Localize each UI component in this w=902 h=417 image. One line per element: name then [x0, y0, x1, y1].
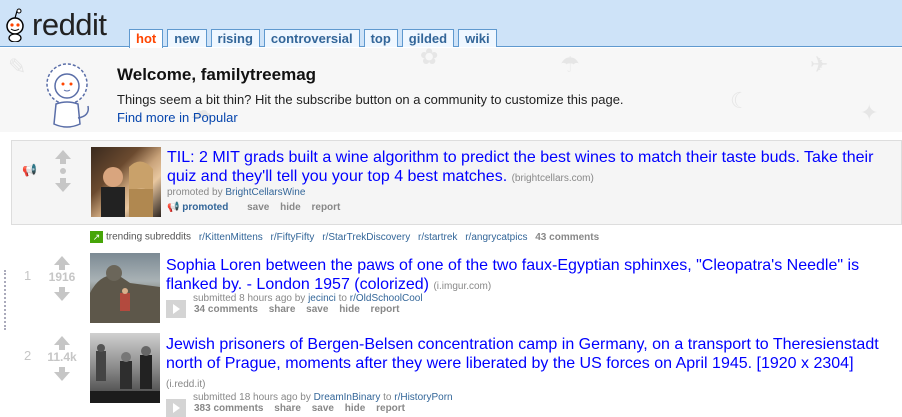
- post-title[interactable]: TIL: 2 MIT grads built a wine algorithm …: [167, 148, 897, 188]
- tab-controversial[interactable]: controversial: [263, 29, 360, 47]
- hide-button[interactable]: hide: [339, 304, 360, 315]
- comments-link[interactable]: 34 comments: [194, 304, 258, 315]
- tab-hot[interactable]: hot: [129, 29, 164, 48]
- comments-link[interactable]: 383 comments: [194, 403, 263, 414]
- side-drag-handle[interactable]: [4, 270, 7, 330]
- welcome-banner: ✎ ☁ ✿ ☂ ☾ ✈ ✦ Welcome, familytreemag Thi…: [0, 48, 902, 132]
- report-button[interactable]: report: [371, 304, 400, 315]
- post-score: 11.4k: [47, 350, 77, 364]
- tab-new[interactable]: new: [167, 29, 207, 47]
- hide-button[interactable]: hide: [280, 202, 301, 213]
- doodle-icon: ✎: [8, 54, 27, 79]
- megaphone-icon: 📢: [22, 163, 37, 177]
- share-button[interactable]: share: [274, 403, 301, 414]
- post-score: 1916: [48, 270, 76, 284]
- downvote-arrow-icon[interactable]: [52, 178, 74, 192]
- save-button[interactable]: save: [247, 202, 269, 213]
- post-domain[interactable]: (i.redd.it): [166, 379, 205, 390]
- reddit-logo[interactable]: reddit: [2, 6, 107, 43]
- trending-subreddits: ↗ trending subreddits r/KittenMittens r/F…: [90, 231, 599, 243]
- tab-gilded[interactable]: gilded: [401, 29, 455, 47]
- post-buttons: 34 comments share save hide report: [166, 300, 407, 318]
- doodle-icon: ☾: [730, 88, 750, 113]
- promoted-label[interactable]: 📢 promoted: [167, 202, 236, 213]
- find-popular-link[interactable]: Find more in Popular: [117, 110, 238, 125]
- upvote-arrow-icon[interactable]: [51, 336, 73, 350]
- post-rank: 1: [24, 268, 32, 283]
- tab-wiki[interactable]: wiki: [458, 29, 497, 47]
- upvote-arrow-icon[interactable]: [51, 256, 73, 270]
- snoo-icon: [2, 6, 28, 43]
- post-thumbnail[interactable]: [90, 333, 160, 403]
- downvote-arrow-icon[interactable]: [51, 367, 73, 381]
- share-button[interactable]: share: [269, 304, 296, 315]
- post-domain[interactable]: (i.imgur.com): [433, 281, 491, 292]
- post-title[interactable]: Jewish prisoners of Bergen-Belsen concen…: [166, 335, 886, 394]
- site-header: reddit hot new rising controversial top …: [0, 0, 902, 48]
- post-buttons: 📢 promoted save hide report: [167, 202, 348, 213]
- post-rank: 2: [24, 348, 32, 363]
- trending-sub-link[interactable]: r/FiftyFifty: [271, 232, 315, 243]
- downvote-arrow-icon[interactable]: [51, 287, 73, 301]
- score-dot: [60, 168, 66, 174]
- welcome-title: Welcome, familytreemag: [117, 65, 317, 84]
- promoted-post: 📢 TIL: 2 MIT grads built a wine algorith…: [11, 140, 902, 225]
- trending-sub-link[interactable]: r/KittenMittens: [199, 232, 263, 243]
- post-title[interactable]: Sophia Loren between the paws of one of …: [166, 256, 886, 296]
- trending-icon: ↗: [90, 231, 103, 243]
- doodle-icon: ✦: [860, 100, 879, 125]
- trending-label: trending subreddits: [106, 231, 192, 243]
- save-button[interactable]: save: [312, 403, 334, 414]
- expand-play-icon[interactable]: [166, 399, 186, 417]
- post-tagline: promoted by BrightCellarsWine: [167, 187, 306, 198]
- tab-top[interactable]: top: [363, 29, 398, 47]
- report-button[interactable]: report: [312, 202, 341, 213]
- tab-rising[interactable]: rising: [210, 29, 260, 47]
- report-button[interactable]: report: [376, 403, 405, 414]
- post-buttons: 383 comments share save hide report: [166, 399, 413, 417]
- lion-mascot-icon: [38, 60, 96, 132]
- trending-sub-link[interactable]: r/startrek: [418, 232, 457, 243]
- trending-sub-link[interactable]: r/StarTrekDiscovery: [322, 232, 410, 243]
- doodle-icon: ☂: [560, 52, 580, 77]
- trending-sub-link[interactable]: r/angrycatpics: [465, 232, 527, 243]
- sort-tabs: hot new rising controversial top gilded …: [129, 29, 501, 48]
- welcome-description: Things seem a bit thin? Hit the subscrib…: [117, 92, 624, 107]
- doodle-icon: ✿: [420, 48, 439, 69]
- post-domain[interactable]: (brightcellars.com): [512, 173, 594, 184]
- advertiser-link[interactable]: BrightCellarsWine: [225, 187, 305, 198]
- hide-button[interactable]: hide: [345, 403, 366, 414]
- save-button[interactable]: save: [306, 304, 328, 315]
- vote-controls: [52, 150, 74, 192]
- post-thumbnail[interactable]: [91, 147, 161, 217]
- trending-comments-link[interactable]: 43 comments: [535, 232, 599, 243]
- logo-wordmark: reddit: [32, 7, 107, 42]
- doodle-icon: ✈: [810, 52, 829, 77]
- post-thumbnail[interactable]: [90, 253, 160, 323]
- expand-play-icon[interactable]: [166, 300, 186, 318]
- upvote-arrow-icon[interactable]: [52, 150, 74, 164]
